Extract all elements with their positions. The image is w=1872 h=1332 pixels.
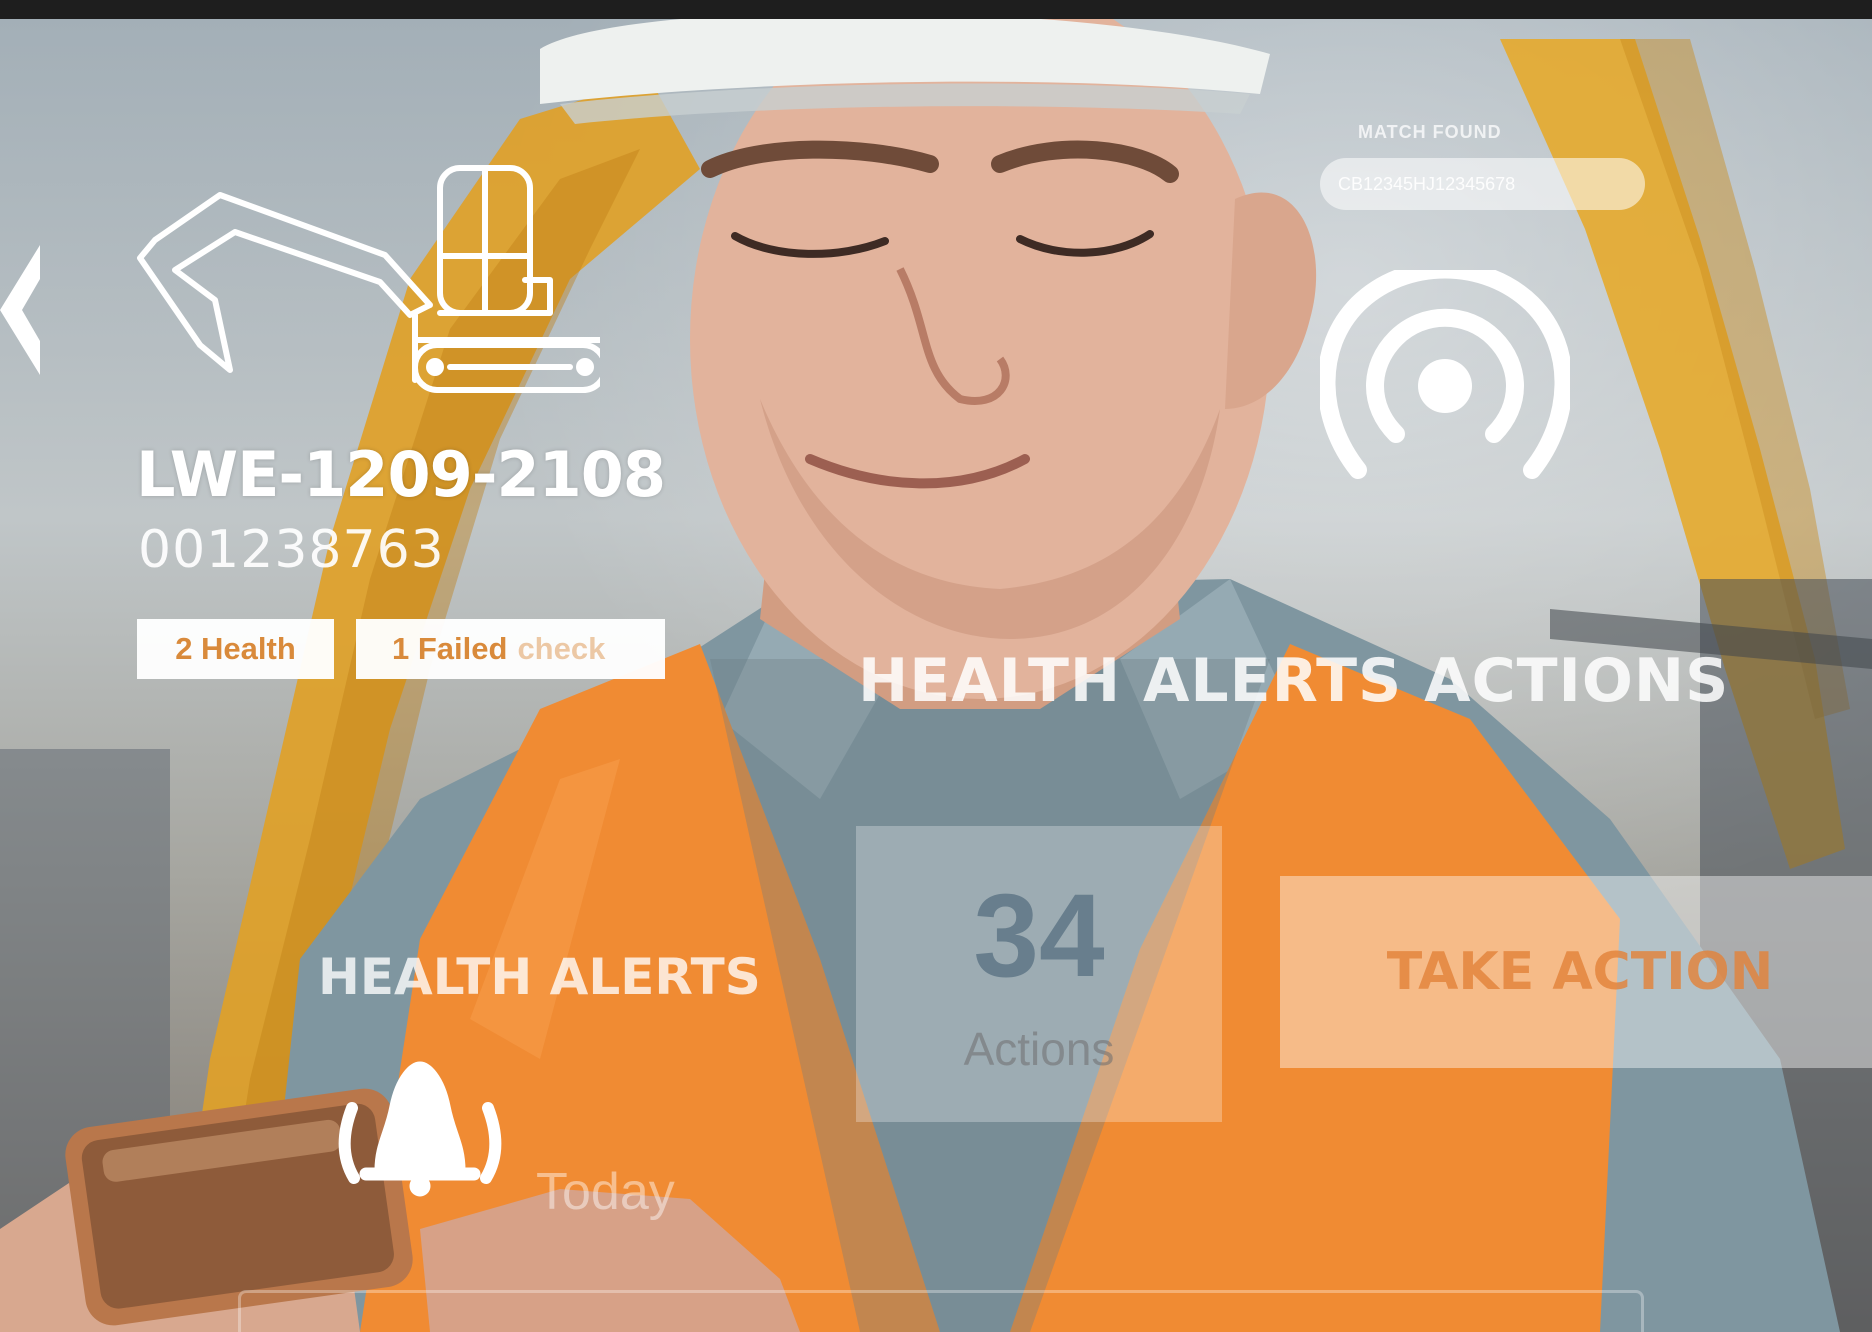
bottom-panel [238,1290,1644,1332]
ear [1225,192,1317,409]
failed-check-badge[interactable]: 1 Failed check [356,619,665,679]
failed-check-rest: check [517,631,606,666]
failed-check-main: 1 Failed [392,631,508,666]
health-alerts-label: HEALTH ALERTS [318,948,761,1006]
asset-serial: 001238763 [138,520,445,580]
today-label: Today [536,1163,675,1221]
health-badge[interactable]: 2 Health [137,619,334,679]
match-found-label: MATCH FOUND [1358,122,1502,142]
match-code: CB12345HJ12345678 [1320,158,1645,210]
chevron-left-icon[interactable] [0,245,40,375]
top-bar [0,0,1872,19]
take-action-button[interactable]: TAKE ACTION [1280,876,1872,1068]
actions-label: Actions [963,1023,1115,1075]
section-title: HEALTH ALERTS ACTIONS [858,646,1730,716]
scene: LWE-1209-2108 001238763 2 Health 1 Faile… [0,0,1872,1332]
bell-icon [338,1061,502,1197]
asset-id: LWE-1209-2108 [136,438,666,511]
actions-card[interactable]: 34 Actions [856,826,1222,1122]
actions-count: 34 [973,870,1105,1002]
excavator-icon [137,165,600,393]
signal-icon [1320,270,1570,479]
